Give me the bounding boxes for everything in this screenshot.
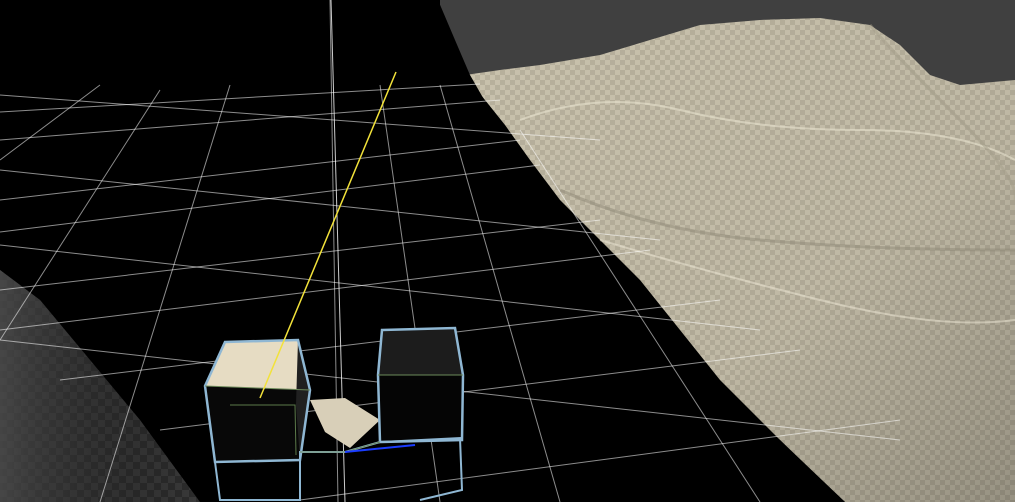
3d-viewport[interactable] [0,0,1015,502]
cube-right[interactable] [376,326,465,444]
cube-left-front-face [205,386,310,462]
cube-right-top-face [378,328,463,375]
scene-canvas[interactable] [0,0,1015,502]
cube-right-front-face [378,375,463,442]
cube-left[interactable] [203,338,312,464]
